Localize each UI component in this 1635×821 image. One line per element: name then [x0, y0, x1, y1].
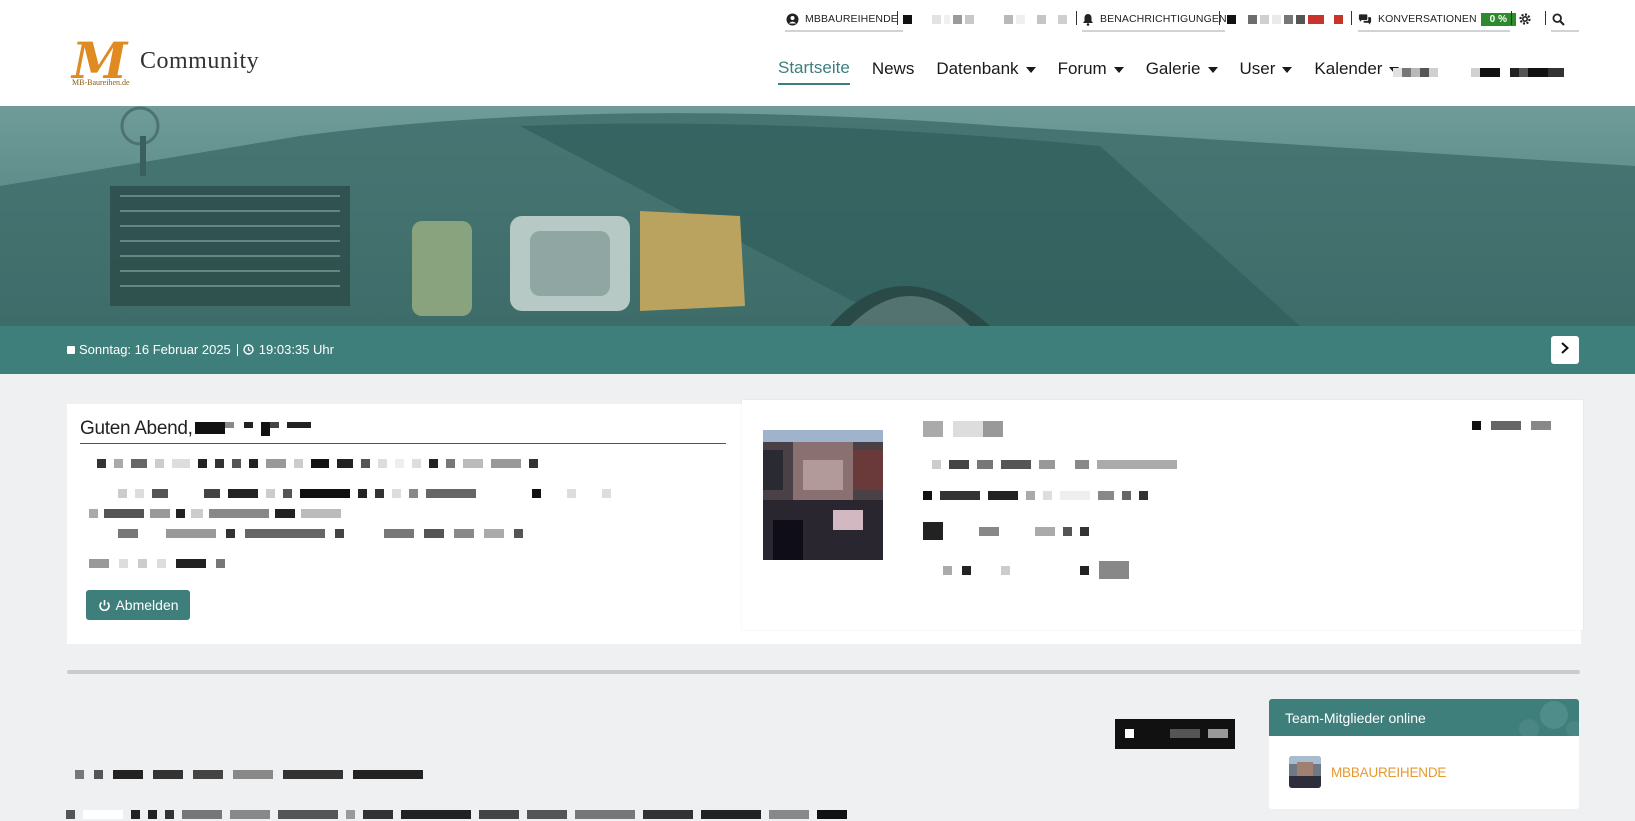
- nav-item-news[interactable]: News: [872, 58, 915, 85]
- obscured-text-line: [66, 810, 847, 819]
- notifications-menu[interactable]: BENACHRICHTIGUNGEN: [1082, 8, 1227, 32]
- obscured-text-line: [97, 459, 538, 468]
- nav-item-forum[interactable]: Forum: [1058, 58, 1124, 85]
- hero-car-image: [0, 106, 1635, 326]
- team-member-name[interactable]: MBBAUREIHENDE: [1331, 765, 1446, 780]
- obscured-profile-line: [923, 491, 1148, 500]
- nav-item-datenbank[interactable]: Datenbank: [936, 58, 1036, 85]
- separator: [236, 343, 238, 356]
- obscured-menu-a[interactable]: [903, 8, 1070, 30]
- profile-avatar[interactable]: [763, 430, 883, 560]
- obscured-text-line: [118, 529, 523, 538]
- nav-item-galerie[interactable]: Galerie: [1146, 58, 1218, 85]
- nav-item-kalender[interactable]: Kalender: [1314, 58, 1400, 85]
- main-nav: Startseite News Datenbank Forum Galerie …: [778, 58, 1421, 85]
- obscured-nav-item-b[interactable]: [1471, 68, 1564, 77]
- bell-icon: [1082, 12, 1094, 26]
- obscured-text-line: [89, 559, 225, 568]
- nav-label: Kalender: [1314, 59, 1383, 78]
- date-time-display: Sonntag: 16 Februar 2025 19:03:35 Uhr: [66, 342, 334, 357]
- team-member-row[interactable]: MBBAUREIHENDE: [1269, 736, 1579, 788]
- obscured-button-label: [1125, 729, 1228, 738]
- conversations-label: KONVERSATIONEN: [1378, 13, 1477, 25]
- date-text: Sonntag: 16 Februar 2025: [79, 342, 231, 357]
- logo-subtitle: MB-Baureihen.de: [72, 78, 130, 87]
- date-bar: Sonntag: 16 Februar 2025 19:03:35 Uhr: [0, 326, 1635, 374]
- notifications-label: BENACHRICHTIGUNGEN: [1100, 13, 1227, 25]
- obscured-profile-line: [932, 460, 1177, 469]
- team-online-header: Team-Mitglieder online: [1269, 699, 1579, 736]
- caret-down-icon: [1207, 67, 1218, 73]
- calendar-icon: [66, 343, 75, 357]
- caret-down-icon: [1113, 67, 1124, 73]
- nav-label: Startseite: [778, 58, 850, 77]
- user-circle-icon: [785, 12, 799, 26]
- clock-icon: [243, 343, 254, 357]
- nav-item-user[interactable]: User: [1240, 58, 1293, 85]
- team-member-avatar[interactable]: [1289, 756, 1321, 788]
- logout-label: Abmelden: [115, 597, 179, 613]
- nav-label: Datenbank: [936, 59, 1019, 78]
- obscured-menu-b[interactable]: [1227, 8, 1346, 30]
- chat-bubbles-icon: [1358, 12, 1372, 26]
- logo-text: Community: [140, 48, 260, 74]
- nav-label: User: [1239, 59, 1276, 78]
- logout-button[interactable]: Abmelden: [86, 590, 190, 620]
- obscured-profile-line: [923, 522, 1089, 540]
- search-icon: [1551, 12, 1565, 26]
- obscured-heading: [75, 770, 423, 779]
- obscured-profile-name: [923, 421, 1003, 437]
- search-button[interactable]: [1551, 8, 1579, 32]
- greeting-text: Guten Abend,: [80, 418, 193, 439]
- greeting-title: Guten Abend,: [80, 418, 311, 440]
- obscured-button[interactable]: [1115, 719, 1235, 749]
- user-menu[interactable]: MBBAUREIHENDE: [785, 8, 903, 32]
- user-menu-label: MBBAUREIHENDE: [805, 13, 898, 25]
- site-logo[interactable]: M MB-Baureihen.de Community: [70, 36, 260, 88]
- obscured-profile-line: [943, 561, 1129, 579]
- obscured-nav-item-a[interactable]: [1393, 68, 1438, 77]
- settings-button[interactable]: [1518, 8, 1538, 30]
- utility-bar: MBBAUREIHENDE BENACHRICHTIGUNGEN KONVERS…: [0, 0, 1635, 34]
- section-divider: [67, 670, 1580, 674]
- obscured-text-line: [118, 489, 611, 498]
- nav-label: News: [871, 59, 915, 78]
- nav-item-startseite[interactable]: Startseite: [778, 58, 850, 85]
- site-header: M MB-Baureihen.de Community Startseite N…: [0, 34, 1635, 107]
- next-slide-button[interactable]: [1551, 336, 1579, 364]
- team-online-box: Team-Mitglieder online MBBAUREIHENDE: [1269, 699, 1579, 809]
- gear-icon: [1518, 12, 1532, 26]
- nav-label: Forum: [1057, 59, 1107, 78]
- caret-down-icon: [1282, 67, 1293, 73]
- obscured-username: [194, 422, 311, 436]
- chevron-right-icon: [1560, 341, 1570, 359]
- power-icon: [97, 598, 111, 612]
- obscured-profile-actions[interactable]: [1472, 421, 1551, 430]
- team-online-title: Team-Mitglieder online: [1285, 709, 1426, 726]
- caret-down-icon: [1025, 67, 1036, 73]
- hero-banner: [0, 106, 1635, 326]
- obscured-text-line: [89, 509, 341, 518]
- greeting-underline: [80, 443, 726, 444]
- decorative-pattern-icon: [1519, 701, 1579, 736]
- time-text: 19:03:35 Uhr: [258, 342, 334, 357]
- conversations-menu[interactable]: KONVERSATIONEN 0 %: [1358, 8, 1517, 32]
- nav-label: Galerie: [1145, 59, 1201, 78]
